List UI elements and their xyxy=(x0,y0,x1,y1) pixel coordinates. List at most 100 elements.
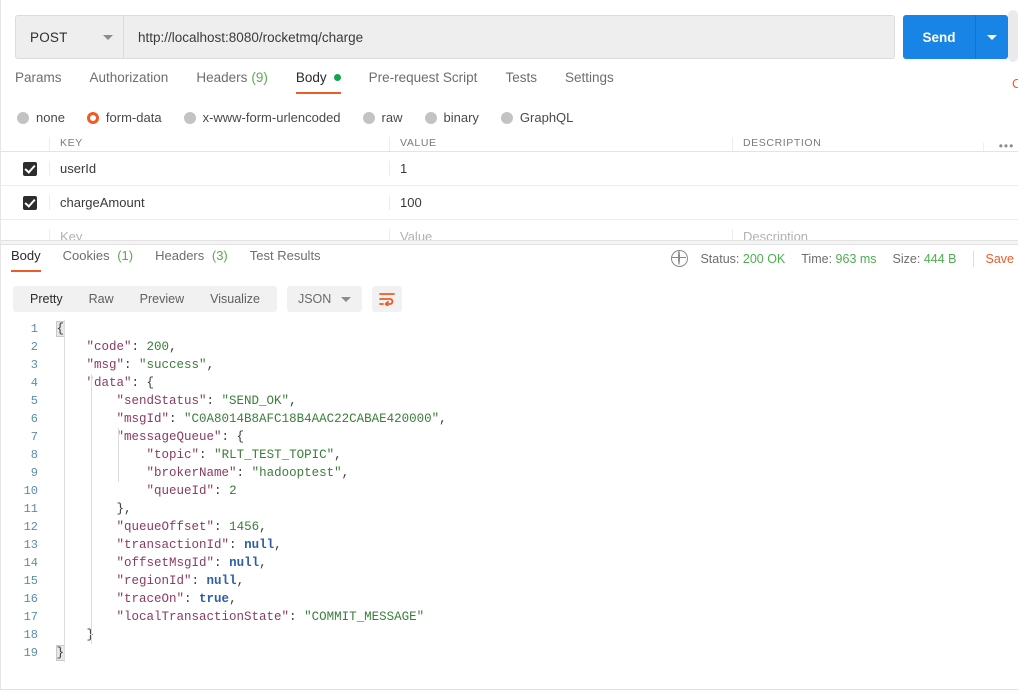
request-url-input[interactable]: http://localhost:8080/rocketmq/charge xyxy=(123,15,895,59)
code-line: 12 "queueOffset": 1456, xyxy=(1,518,1018,536)
code-line-content: "topic": "RLT_TEST_TOPIC", xyxy=(49,446,342,464)
row-enabled-checkbox[interactable] xyxy=(23,195,37,210)
code-line: 17 "localTransactionState": "COMMIT_MESS… xyxy=(1,608,1018,626)
code-token: : xyxy=(169,412,185,426)
status-value: 200 OK xyxy=(742,251,786,266)
code-line-content: "traceOn": true, xyxy=(49,590,237,608)
tab-count-badge: (1) xyxy=(113,248,134,263)
chevron-down-icon xyxy=(987,34,997,40)
response-tab-body[interactable]: Body xyxy=(11,248,41,272)
response-body-code-viewer[interactable]: 1 {2 "code": 200, 3 "msg": "success", 4 "d… xyxy=(1,320,1018,682)
tab-label: Body xyxy=(11,248,41,263)
request-tab-authorization[interactable]: Authorization xyxy=(90,70,169,94)
response-size-item: Size: 444 B xyxy=(893,252,957,266)
view-mode-preview[interactable]: Preview xyxy=(127,286,197,312)
code-token: 200 xyxy=(146,340,170,354)
radio-icon xyxy=(17,111,29,124)
body-type-radio-x-www-form-urlencoded[interactable]: x-www-form-urlencoded xyxy=(183,110,341,125)
http-method-select[interactable]: POST xyxy=(15,15,123,59)
code-line: 15 "regionId": null, xyxy=(1,572,1018,590)
code-token: "traceOn" xyxy=(116,592,185,606)
request-tab-pre-request-script[interactable]: Pre-request Script xyxy=(369,70,478,94)
body-type-radio-none[interactable]: none xyxy=(17,110,65,125)
radio-label: form-data xyxy=(105,110,162,125)
request-tab-body[interactable]: Body xyxy=(295,70,341,94)
new-row-description-input[interactable]: Description xyxy=(732,229,983,240)
send-button[interactable]: Send xyxy=(903,15,975,59)
row-value-input[interactable]: 100 xyxy=(389,195,732,210)
code-token: "msg" xyxy=(86,358,125,372)
tab-label: Cookies xyxy=(62,248,110,263)
body-type-radio-graphql[interactable]: GraphQL xyxy=(500,110,573,125)
row-key-input[interactable]: chargeAmount xyxy=(49,195,389,210)
status-label: Status: xyxy=(700,251,740,266)
chevron-down-icon xyxy=(103,34,113,40)
request-tab-headers[interactable]: Headers (9) xyxy=(196,70,268,94)
code-token: } xyxy=(55,645,65,661)
code-line-content: "transactionId": null, xyxy=(49,536,282,554)
body-type-radio-form-data[interactable]: form-data xyxy=(86,110,162,125)
table-row[interactable]: userId 1 xyxy=(1,152,1018,186)
tab-label: Test Results xyxy=(249,248,321,263)
code-line: 10 "queueId": 2 xyxy=(1,482,1018,500)
header-cell-value: VALUE xyxy=(389,137,732,151)
wrap-lines-button[interactable] xyxy=(372,286,403,312)
table-new-row[interactable]: Key Value Description xyxy=(1,220,1018,240)
response-pane-divider[interactable] xyxy=(1,240,1018,245)
code-token: , xyxy=(169,340,177,354)
body-type-radio-raw[interactable]: raw xyxy=(362,110,403,125)
request-tab-tests[interactable]: Tests xyxy=(505,70,537,94)
view-mode-raw[interactable]: Raw xyxy=(76,286,127,312)
view-mode-group: Pretty Raw Preview Visualize xyxy=(13,286,277,312)
response-format-select[interactable]: JSON xyxy=(286,286,363,312)
fold-guide-1 xyxy=(64,320,65,662)
code-line: 8 "topic": "RLT_TEST_TOPIC", xyxy=(1,446,1018,464)
radio-label: x-www-form-urlencoded xyxy=(202,110,341,125)
response-tab-headers[interactable]: Headers (3) xyxy=(155,248,228,272)
code-line-content: } xyxy=(49,626,95,644)
line-number: 11 xyxy=(23,502,38,516)
send-options-button[interactable] xyxy=(975,15,1008,59)
request-tabs: Params Authorization Headers (9) Body Pre-req… xyxy=(15,70,642,100)
size-label: Size: xyxy=(892,251,921,266)
row-key-input[interactable]: userId xyxy=(49,161,389,176)
new-row-key-input[interactable]: Key xyxy=(49,229,389,240)
code-token: : xyxy=(131,340,147,354)
request-tab-params[interactable]: Params xyxy=(15,70,62,94)
code-token: "brokerName" xyxy=(146,466,237,480)
request-tab-settings[interactable]: Settings xyxy=(565,70,614,94)
code-token: : xyxy=(214,556,230,570)
send-button-group: Send xyxy=(903,15,1008,59)
request-cookies-link[interactable]: Cookies xyxy=(1012,76,1018,91)
code-line-content: "queueOffset": 1456, xyxy=(49,518,267,536)
tab-label: Params xyxy=(15,70,62,85)
code-token: : { xyxy=(131,376,155,390)
code-line: 4 "data": { xyxy=(1,374,1018,392)
table-options-button[interactable]: ••• xyxy=(983,143,1018,151)
code-line: 9 "brokerName": "hadooptest", xyxy=(1,464,1018,482)
code-token: null xyxy=(229,556,260,570)
row-enabled-checkbox[interactable] xyxy=(23,161,37,176)
code-token: : xyxy=(191,574,207,588)
table-row[interactable]: chargeAmount 100 xyxy=(1,186,1018,220)
line-number: 18 xyxy=(23,628,38,642)
line-number: 14 xyxy=(23,556,38,570)
line-number: 6 xyxy=(30,412,38,426)
line-number: 4 xyxy=(30,376,38,390)
view-mode-visualize[interactable]: Visualize xyxy=(197,286,273,312)
response-tab-cookies[interactable]: Cookies (1) xyxy=(63,248,133,272)
row-value-input[interactable]: 1 xyxy=(389,161,732,176)
save-response-link[interactable]: Save xyxy=(986,252,1015,266)
wrap-text-icon xyxy=(379,293,396,306)
radio-label: binary xyxy=(443,110,479,125)
view-mode-pretty[interactable]: Pretty xyxy=(17,286,76,312)
body-type-radio-binary[interactable]: binary xyxy=(424,110,479,125)
response-status-bar: Status: 200 OK Time: 963 ms Size: 444 B … xyxy=(671,249,1015,267)
new-row-value-input[interactable]: Value xyxy=(389,229,732,240)
tab-label: Headers xyxy=(196,70,248,85)
vertical-scrollbar[interactable] xyxy=(1008,10,1018,62)
response-tab-test-results[interactable]: Test Results xyxy=(250,248,321,272)
